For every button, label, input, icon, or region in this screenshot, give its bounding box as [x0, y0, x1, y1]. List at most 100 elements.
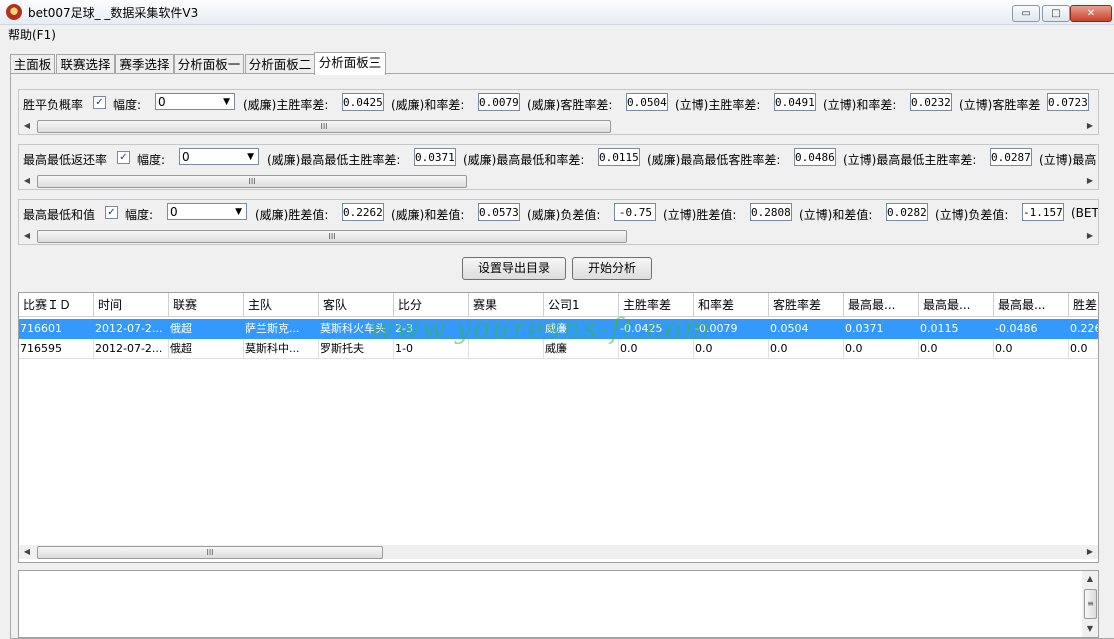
- column-header[interactable]: 比分: [394, 293, 469, 317]
- table-cell: 莫斯科火车头: [319, 319, 394, 339]
- field-label: (立博)最高最低主胜率差:: [843, 153, 977, 167]
- scroll-left-icon[interactable]: ◀: [21, 175, 33, 187]
- scroll-thumb[interactable]: III: [37, 120, 611, 133]
- field-input[interactable]: 0.0491: [774, 93, 816, 111]
- horizontal-scrollbar[interactable]: ◀ III ▶: [19, 119, 1098, 133]
- tab-season-select[interactable]: 赛季选择: [115, 54, 174, 74]
- log-textarea[interactable]: ▲ ≡ ▼: [18, 570, 1099, 638]
- table-cell: -0.0486: [994, 319, 1069, 339]
- chevron-down-icon: ▼: [223, 97, 230, 107]
- field-label: (立博)客胜率差: [959, 98, 1041, 112]
- field-input[interactable]: 0.0079: [478, 93, 520, 111]
- filter-checkbox[interactable]: ✓: [93, 96, 106, 109]
- amplitude-label: 幅度:: [113, 98, 142, 112]
- field-label: (威廉)胜差值:: [255, 208, 329, 222]
- column-header[interactable]: 主胜率差: [619, 293, 694, 317]
- close-button[interactable]: ✕: [1070, 5, 1112, 22]
- scroll-left-icon[interactable]: ◀: [21, 230, 33, 242]
- filter-checkbox[interactable]: ✓: [117, 151, 130, 164]
- horizontal-scrollbar[interactable]: ◀ III ▶: [19, 229, 1098, 243]
- maximize-button[interactable]: □: [1042, 5, 1070, 22]
- set-export-dir-button[interactable]: 设置导出目录: [462, 257, 566, 280]
- amplitude-select[interactable]: 0 ▼: [167, 203, 247, 220]
- field-input[interactable]: 0.0371: [414, 148, 456, 166]
- horizontal-scrollbar[interactable]: ◀ III ▶: [19, 545, 1098, 559]
- amplitude-select[interactable]: 0 ▼: [179, 148, 259, 165]
- scroll-left-icon[interactable]: ◀: [21, 546, 33, 558]
- field-label: (威廉)和差值:: [391, 208, 465, 222]
- field-label: (立博)负差值:: [935, 208, 1009, 222]
- field-label: (立博)和率差:: [823, 98, 897, 112]
- table-cell: 威廉: [544, 319, 619, 339]
- field-input[interactable]: -0.75: [614, 203, 656, 221]
- field-input[interactable]: 0.0425: [342, 93, 384, 111]
- amplitude-select[interactable]: 0 ▼: [155, 93, 235, 110]
- column-header[interactable]: 时间: [94, 293, 169, 317]
- column-header[interactable]: 比赛ＩＤ: [19, 293, 94, 317]
- filter-label: 最高最低返还率: [23, 153, 108, 167]
- tab-analysis-2[interactable]: 分析面板二: [245, 54, 315, 74]
- table-cell: 0.0: [844, 339, 919, 359]
- scroll-left-icon[interactable]: ◀: [21, 120, 33, 132]
- table-cell: 0.0: [694, 339, 769, 359]
- horizontal-scrollbar[interactable]: ◀ III ▶: [19, 174, 1098, 188]
- table-cell: 俄超: [169, 339, 244, 359]
- minimize-button[interactable]: ▭: [1012, 5, 1040, 22]
- vertical-scrollbar[interactable]: ▲ ≡ ▼: [1082, 571, 1098, 637]
- field-input[interactable]: 0.0504: [626, 93, 668, 111]
- menu-bar: 帮助(F1): [0, 25, 1114, 43]
- table-row[interactable]: 716601 2012-07-2... 俄超 萨兰斯克... 莫斯科火车头 2-…: [19, 319, 1098, 339]
- column-header[interactable]: 公司1: [544, 293, 619, 317]
- grid-header: 比赛ＩＤ 时间 联赛 主队 客队 比分 赛果 公司1 主胜率差 和率差 客胜率差…: [19, 293, 1098, 317]
- scroll-right-icon[interactable]: ▶: [1084, 120, 1096, 132]
- field-label: (威廉)客胜率差:: [527, 98, 613, 112]
- filter-label: 最高最低和值: [23, 208, 96, 222]
- table-cell: 1-0: [394, 339, 469, 359]
- scroll-right-icon[interactable]: ▶: [1084, 230, 1096, 242]
- table-cell: 俄超: [169, 319, 244, 339]
- tab-league-select[interactable]: 联赛选择: [56, 54, 115, 74]
- column-header[interactable]: 赛果: [469, 293, 544, 317]
- column-header[interactable]: 客胜率差: [769, 293, 844, 317]
- field-input[interactable]: 0.0232: [910, 93, 952, 111]
- scroll-thumb[interactable]: III: [37, 546, 383, 559]
- field-input[interactable]: 0.0573: [478, 203, 520, 221]
- column-header[interactable]: 联赛: [169, 293, 244, 317]
- column-header[interactable]: 客队: [319, 293, 394, 317]
- scroll-thumb[interactable]: III: [37, 230, 627, 243]
- filter-checkbox[interactable]: ✓: [105, 206, 118, 219]
- scroll-thumb[interactable]: III: [37, 175, 467, 188]
- field-input[interactable]: -1.157: [1022, 203, 1064, 221]
- tab-main-panel[interactable]: 主面板: [10, 54, 55, 74]
- table-cell: 2-3: [394, 319, 469, 339]
- scroll-up-icon[interactable]: ▲: [1084, 573, 1096, 585]
- filter-label: 胜平负概率: [23, 98, 84, 112]
- field-input[interactable]: 0.0115: [598, 148, 640, 166]
- table-cell: 莫斯科中...: [244, 339, 319, 359]
- results-grid: 比赛ＩＤ 时间 联赛 主队 客队 比分 赛果 公司1 主胜率差 和率差 客胜率差…: [18, 292, 1099, 563]
- column-header[interactable]: 胜差: [1069, 293, 1098, 317]
- field-input[interactable]: 0.2808: [750, 203, 792, 221]
- tab-analysis-1[interactable]: 分析面板一: [174, 54, 244, 74]
- field-input[interactable]: 0.0486: [794, 148, 836, 166]
- column-header[interactable]: 主队: [244, 293, 319, 317]
- chevron-down-icon: ▼: [247, 152, 254, 162]
- field-input[interactable]: 0.0723: [1047, 93, 1089, 111]
- scroll-right-icon[interactable]: ▶: [1084, 175, 1096, 187]
- menu-help[interactable]: 帮助(F1): [8, 26, 56, 43]
- filter-win-draw-loss: 胜平负概率 ✓ 幅度: 0 ▼ (威廉)主胜率差: 0.0425 (威廉)和率差:…: [18, 89, 1099, 135]
- column-header[interactable]: 最高最...: [994, 293, 1069, 317]
- tab-analysis-3[interactable]: 分析面板三: [314, 52, 386, 75]
- start-analysis-button[interactable]: 开始分析: [572, 257, 652, 280]
- scroll-right-icon[interactable]: ▶: [1084, 546, 1096, 558]
- scroll-down-icon[interactable]: ▼: [1084, 623, 1096, 635]
- column-header[interactable]: 和率差: [694, 293, 769, 317]
- field-input[interactable]: 0.2262: [342, 203, 384, 221]
- table-row[interactable]: 716595 2012-07-2... 俄超 莫斯科中... 罗斯托夫 1-0 …: [19, 339, 1098, 359]
- column-header[interactable]: 最高最...: [844, 293, 919, 317]
- field-label: (立博)和差值:: [799, 208, 873, 222]
- field-input[interactable]: 0.0282: [886, 203, 928, 221]
- field-input[interactable]: 0.0287: [990, 148, 1032, 166]
- scroll-thumb[interactable]: ≡: [1084, 589, 1097, 619]
- column-header[interactable]: 最高最...: [919, 293, 994, 317]
